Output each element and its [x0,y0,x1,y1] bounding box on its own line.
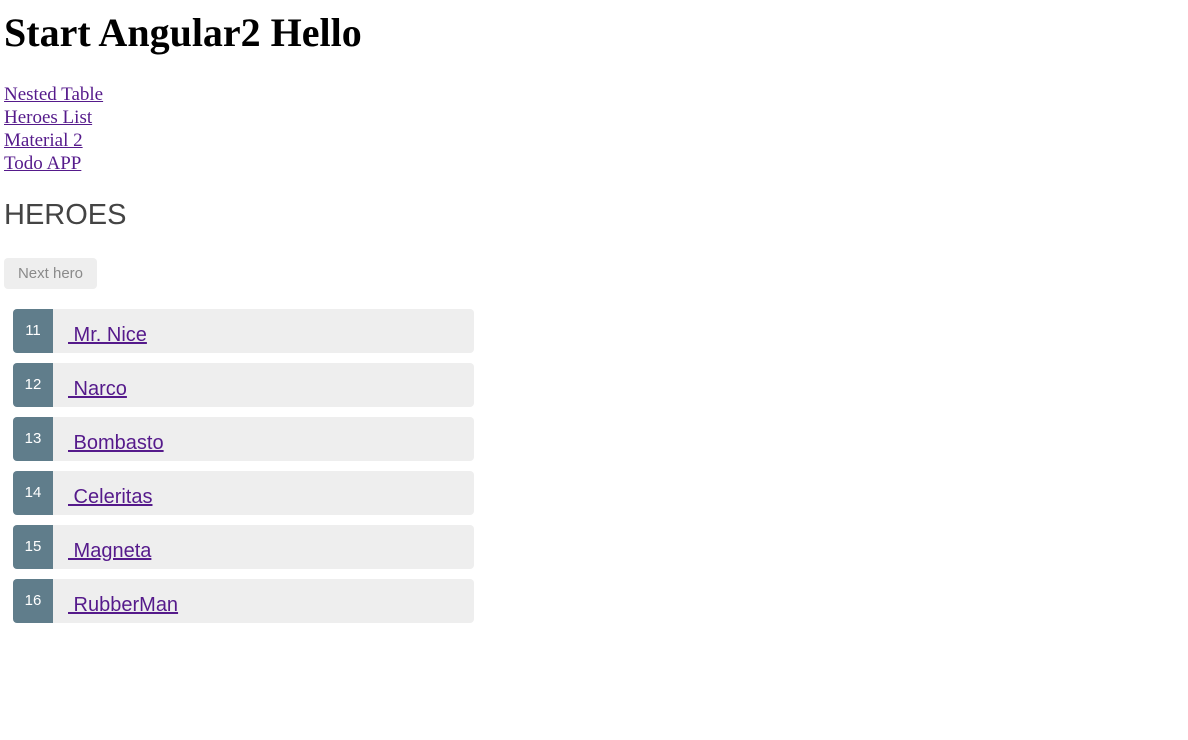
hero-list-item[interactable]: 12 Narco [13,363,474,407]
hero-name-link[interactable]: Mr. Nice [68,323,147,347]
hero-list-item[interactable]: 15 Magneta [13,525,474,569]
page-title: Start Angular2 Hello [4,10,362,55]
hero-id-badge: 11 [13,309,53,353]
nav-link-heroes-list[interactable]: Heroes List [4,106,103,129]
hero-name-link[interactable]: Bombasto [68,431,164,455]
hero-name-link[interactable]: Celeritas [68,485,153,509]
next-hero-button[interactable]: Next hero [4,258,97,289]
hero-list-item[interactable]: 16 RubberMan [13,579,474,623]
nav-link-todo-app[interactable]: Todo APP [4,152,103,175]
hero-list-item[interactable]: 14 Celeritas [13,471,474,515]
hero-id-badge: 15 [13,525,53,569]
hero-name-link[interactable]: Narco [68,377,127,401]
heroes-list: 11 Mr. Nice 12 Narco 13 Bombasto 14 Cele… [13,309,474,633]
hero-list-item[interactable]: 13 Bombasto [13,417,474,461]
main-nav: Nested Table Heroes List Material 2 Todo… [4,83,103,175]
nav-link-nested-table[interactable]: Nested Table [4,83,103,106]
nav-link-material-2[interactable]: Material 2 [4,129,103,152]
hero-id-badge: 13 [13,417,53,461]
hero-list-item[interactable]: 11 Mr. Nice [13,309,474,353]
hero-name-link[interactable]: RubberMan [68,593,179,617]
hero-name-link[interactable]: Magneta [68,539,152,563]
heroes-heading: HEROES [4,199,127,231]
hero-id-badge: 16 [13,579,53,623]
hero-id-badge: 14 [13,471,53,515]
hero-id-badge: 12 [13,363,53,407]
